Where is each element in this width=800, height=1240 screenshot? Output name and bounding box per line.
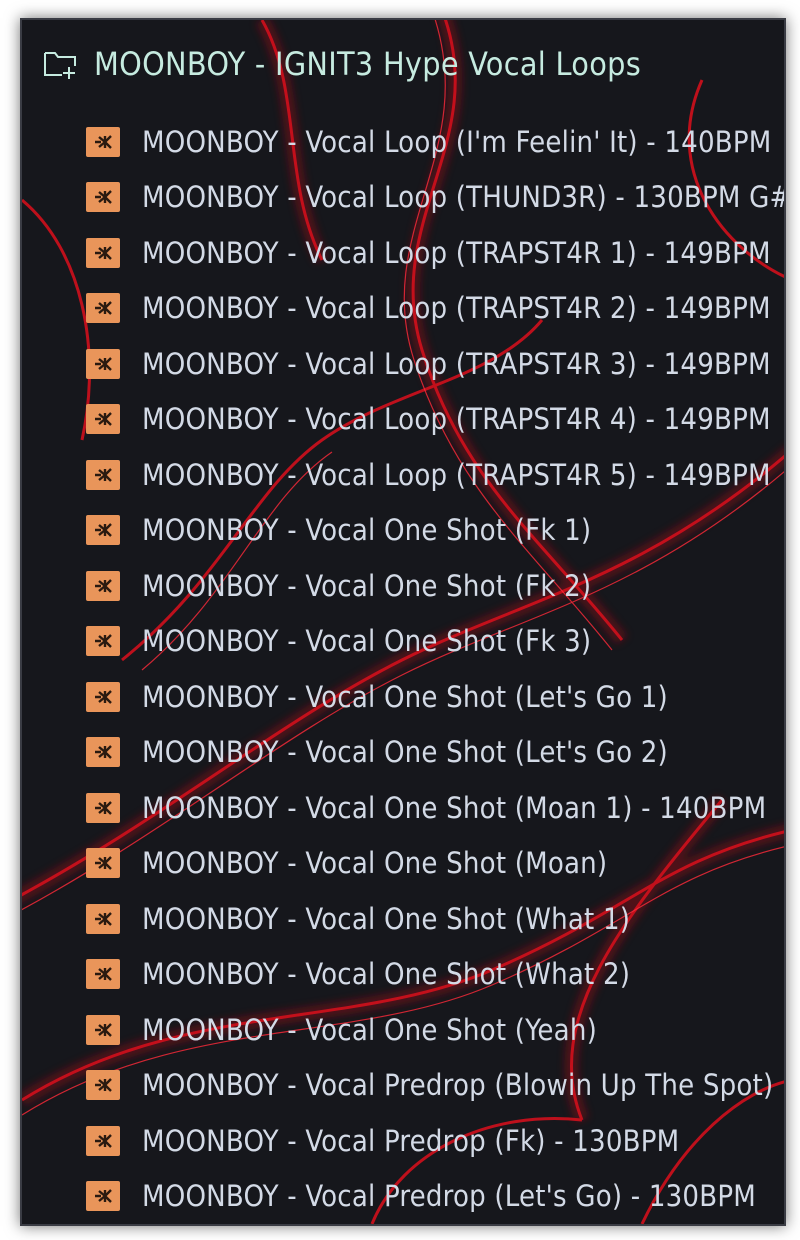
audio-file-icon <box>86 570 120 601</box>
audio-file-icon <box>86 459 120 490</box>
list-item-label: MOONBOY - Vocal Loop (TRAPST4R 5) - 149B… <box>142 457 771 492</box>
list-item-label: MOONBOY - Vocal One Shot (Fk 3) <box>142 624 592 659</box>
list-item-label: MOONBOY - Vocal One Shot (What 2) <box>142 957 631 992</box>
folder-header[interactable]: MOONBOY - IGNIT3 Hype Vocal Loops <box>30 40 776 88</box>
browser-panel: MOONBOY - IGNIT3 Hype Vocal Loops MOONBO… <box>20 18 786 1226</box>
audio-file-icon <box>86 1125 120 1156</box>
list-item-label: MOONBOY - Vocal Loop (TRAPST4R 3) - 149B… <box>142 346 771 381</box>
audio-file-icon <box>86 348 120 379</box>
list-item-label: MOONBOY - Vocal Loop (TRAPST4R 4) - 149B… <box>142 402 771 437</box>
audio-file-icon <box>86 515 120 546</box>
list-item-label: MOONBOY - Vocal Loop (THUND3R) - 130BPM … <box>142 180 786 215</box>
list-item[interactable]: MOONBOY - Vocal One Shot (Let's Go 2) <box>22 725 782 781</box>
list-item-label: MOONBOY - Vocal One Shot (What 1) <box>142 901 631 936</box>
audio-file-icon <box>86 792 120 823</box>
list-item[interactable]: MOONBOY - Vocal One Shot (Moan 1) - 140B… <box>22 780 782 836</box>
list-item[interactable]: MOONBOY - Vocal One Shot (What 2) <box>22 947 782 1003</box>
audio-file-icon <box>86 737 120 768</box>
list-item[interactable]: MOONBOY - <box>22 1224 782 1226</box>
audio-file-icon <box>86 959 120 990</box>
list-item[interactable]: MOONBOY - Vocal Loop (TRAPST4R 5) - 149B… <box>22 447 782 503</box>
list-item[interactable]: MOONBOY - Vocal One Shot (Moan) <box>22 836 782 892</box>
list-item-label: MOONBOY - Vocal Loop (TRAPST4R 1) - 149B… <box>142 235 771 270</box>
list-item-label: MOONBOY - Vocal Loop (I'm Feelin' It) - … <box>142 124 772 159</box>
audio-file-icon <box>86 293 120 324</box>
list-item[interactable]: MOONBOY - Vocal One Shot (What 1) <box>22 891 782 947</box>
audio-file-icon <box>86 237 120 268</box>
list-item[interactable]: MOONBOY - Vocal Loop (TRAPST4R 2) - 149B… <box>22 281 782 337</box>
list-item-label: MOONBOY - Vocal Loop (TRAPST4R 2) - 149B… <box>142 291 771 326</box>
audio-file-icon <box>86 903 120 934</box>
list-item-label: MOONBOY - Vocal One Shot (Yeah) <box>142 1012 597 1047</box>
list-item-label: MOONBOY - Vocal One Shot (Moan) <box>142 846 608 881</box>
list-item-label: MOONBOY - Vocal Predrop (Blowin Up The S… <box>142 1068 774 1103</box>
list-item[interactable]: MOONBOY - Vocal One Shot (Yeah) <box>22 1002 782 1058</box>
audio-file-icon <box>86 404 120 435</box>
audio-file-icon <box>86 126 120 157</box>
list-item-label: MOONBOY - Vocal Predrop (Let's Go) - 130… <box>142 1179 756 1214</box>
list-item[interactable]: MOONBOY - Vocal Loop (THUND3R) - 130BPM … <box>22 170 784 226</box>
list-item[interactable]: MOONBOY - Vocal Loop (TRAPST4R 4) - 149B… <box>22 392 782 448</box>
folder-name: MOONBOY - IGNIT3 Hype Vocal Loops <box>94 45 641 83</box>
list-item[interactable]: MOONBOY - Vocal One Shot (Fk 1) <box>22 503 782 559</box>
list-item-label: MOONBOY - Vocal One Shot (Fk 1) <box>142 513 592 548</box>
list-item[interactable]: MOONBOY - Vocal Loop (I'm Feelin' It) - … <box>22 114 782 170</box>
audio-file-icon <box>86 1070 120 1101</box>
audio-file-icon <box>86 681 120 712</box>
list-item[interactable]: MOONBOY - Vocal One Shot (Fk 2) <box>22 558 782 614</box>
file-list: MOONBOY - Vocal Loop (I'm Feelin' It) - … <box>22 114 784 1226</box>
list-item[interactable]: MOONBOY - Vocal One Shot (Fk 3) <box>22 614 782 670</box>
list-item[interactable]: MOONBOY - Vocal Predrop (Blowin Up The S… <box>22 1058 782 1114</box>
audio-file-icon <box>86 848 120 879</box>
list-item-label: MOONBOY - Vocal One Shot (Let's Go 1) <box>142 679 668 714</box>
list-item-label: MOONBOY - Vocal One Shot (Moan 1) - 140B… <box>142 790 767 825</box>
list-item-label: MOONBOY - Vocal Predrop (Fk) - 130BPM <box>142 1123 680 1158</box>
audio-file-icon <box>86 626 120 657</box>
audio-file-icon <box>86 1014 120 1045</box>
list-item-label: MOONBOY - Vocal One Shot (Let's Go 2) <box>142 735 668 770</box>
list-item-label: MOONBOY - Vocal One Shot (Fk 2) <box>142 568 592 603</box>
list-item[interactable]: MOONBOY - Vocal Predrop (Fk) - 130BPM <box>22 1113 782 1169</box>
list-item[interactable]: MOONBOY - Vocal Loop (TRAPST4R 3) - 149B… <box>22 336 782 392</box>
audio-file-icon <box>86 182 120 213</box>
list-item[interactable]: MOONBOY - Vocal One Shot (Let's Go 1) <box>22 669 782 725</box>
folder-add-icon <box>44 52 76 79</box>
list-item[interactable]: MOONBOY - Vocal Loop (TRAPST4R 1) - 149B… <box>22 225 782 281</box>
list-item[interactable]: MOONBOY - Vocal Predrop (Let's Go) - 130… <box>22 1169 782 1225</box>
audio-file-icon <box>86 1181 120 1212</box>
